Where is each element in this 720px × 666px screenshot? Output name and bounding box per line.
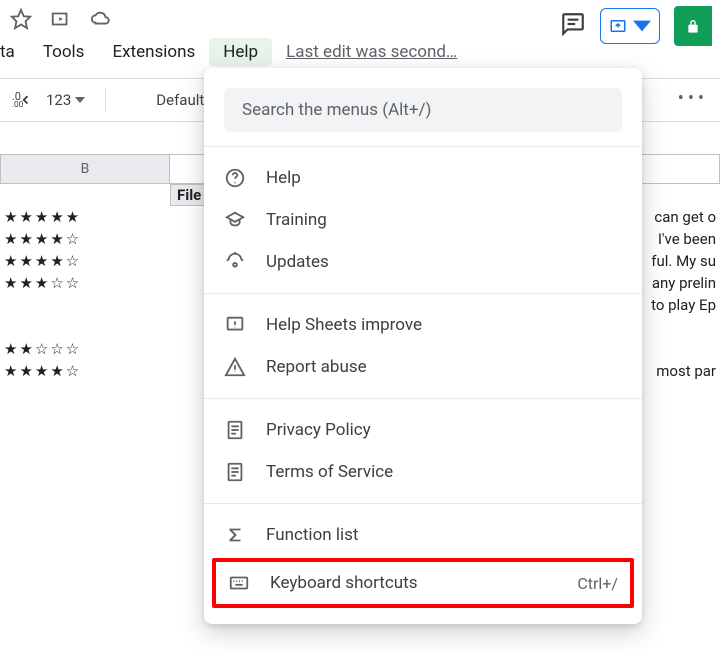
move-icon[interactable]: [50, 8, 72, 34]
training-icon: [224, 209, 246, 231]
menu-search-field[interactable]: Search the menus (Alt+/): [224, 88, 622, 132]
cell-text[interactable]: any prelin: [652, 272, 716, 294]
menu-item-privacy[interactable]: Privacy Policy: [204, 409, 642, 451]
number-format-label: 123: [46, 91, 71, 109]
menu-item-label: Terms of Service: [266, 462, 393, 482]
menu-item-label: Privacy Policy: [266, 420, 371, 440]
menu-item-help[interactable]: Help: [204, 157, 642, 199]
cloud-status-icon[interactable]: [90, 8, 112, 34]
cell-stars[interactable]: ★★★★☆: [0, 228, 81, 250]
present-share-button[interactable]: [600, 8, 660, 44]
cell-text[interactable]: ful. My su: [651, 250, 716, 272]
toolbar-overflow-icon[interactable]: •••: [678, 88, 708, 109]
menu-item-training[interactable]: Training: [204, 199, 642, 241]
menu-help[interactable]: Help: [209, 38, 272, 66]
keyboard-icon: [228, 572, 250, 594]
cell-text[interactable]: most par: [656, 360, 716, 382]
chevron-down-icon: [75, 97, 85, 103]
menu-divider: [204, 398, 642, 399]
feedback-icon: [224, 314, 246, 336]
star-icon[interactable]: [10, 8, 32, 34]
menu-item-keyboard-shortcuts[interactable]: Keyboard shortcuts Ctrl+/: [216, 562, 630, 604]
menu-divider: [204, 146, 642, 147]
cell-text[interactable]: I've been: [658, 228, 716, 250]
menu-item-function-list[interactable]: Function list: [204, 514, 642, 556]
help-icon: [224, 167, 246, 189]
menu-item-label: Help: [266, 168, 301, 188]
menu-item-updates[interactable]: Updates: [204, 241, 642, 283]
menu-extensions[interactable]: Extensions: [98, 38, 209, 66]
cell-stars[interactable]: ★★★★☆: [0, 250, 81, 272]
sigma-icon: [224, 524, 246, 546]
menu-tools[interactable]: Tools: [29, 38, 99, 66]
menu-item-label: Updates: [266, 252, 329, 272]
cell-stars[interactable]: ★★★★★: [0, 206, 81, 228]
menu-item-label: Training: [266, 210, 327, 230]
document-icon: [224, 461, 246, 483]
highlighted-menu-item: Keyboard shortcuts Ctrl+/: [212, 558, 634, 608]
menubar: ta Tools Extensions Help Last edit was s…: [0, 36, 457, 68]
cell-stars[interactable]: ★★☆☆☆: [0, 338, 81, 360]
column-header-b[interactable]: B: [0, 154, 170, 184]
menu-item-terms[interactable]: Terms of Service: [204, 451, 642, 493]
cell-text[interactable]: can get o: [654, 206, 716, 228]
chevron-down-icon: [633, 17, 651, 35]
document-icon: [224, 419, 246, 441]
last-edit-link[interactable]: Last edit was second…: [286, 42, 457, 62]
svg-text:.00: .00: [12, 100, 24, 109]
comment-history-icon[interactable]: [560, 11, 586, 41]
cell-text[interactable]: to play Ep: [651, 294, 716, 316]
menu-item-shortcut: Ctrl+/: [577, 574, 618, 593]
warning-icon: [224, 356, 246, 378]
updates-icon: [224, 251, 246, 273]
cell-stars[interactable]: ★★★☆☆: [0, 272, 81, 294]
lock-button[interactable]: [674, 6, 712, 46]
help-menu-dropdown: Search the menus (Alt+/) Help Training U…: [204, 68, 642, 624]
menu-divider: [204, 503, 642, 504]
menu-item-report-abuse[interactable]: Report abuse: [204, 346, 642, 388]
menu-item-label: Keyboard shortcuts: [270, 573, 417, 593]
menu-data[interactable]: ta: [0, 38, 29, 66]
menu-divider: [204, 293, 642, 294]
cell-stars[interactable]: ★★★★☆: [0, 360, 81, 382]
toolbar-separator: [105, 88, 106, 112]
decrease-decimal-icon[interactable]: .0.00: [10, 87, 32, 113]
menu-item-improve[interactable]: Help Sheets improve: [204, 304, 642, 346]
menu-item-label: Report abuse: [266, 357, 367, 377]
menu-item-label: Help Sheets improve: [266, 315, 422, 335]
number-format-dropdown[interactable]: 123: [46, 91, 85, 109]
col-file-header: File: [170, 184, 208, 206]
menu-item-label: Function list: [266, 525, 358, 545]
